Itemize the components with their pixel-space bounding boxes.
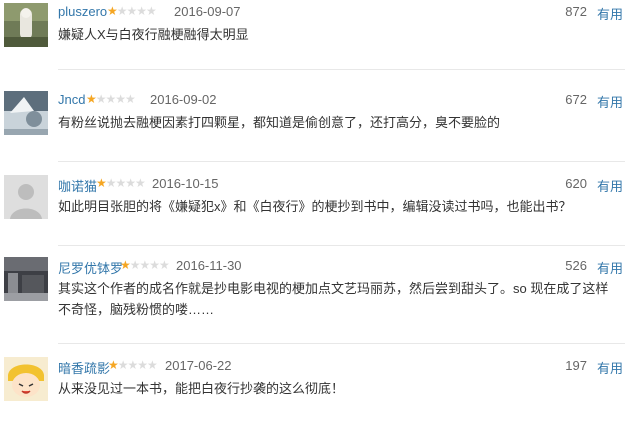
review-date: 2017-06-22 (165, 358, 232, 373)
comment-text: 嫌疑人X与白夜行融梗融得太明显 (58, 27, 249, 42)
review-item: 暗香疏影 ★★★★★ 2017-06-22 197 有用 从来没见过一本书，能把… (0, 354, 631, 438)
divider (58, 161, 625, 162)
review-item: 尼罗优钵罗 ★★★★★ 2016-11-30 526 有用 其实这个作者的成名作… (0, 254, 631, 344)
vote-count: 526 (565, 258, 587, 273)
username-link[interactable]: 咖诺猫 (58, 176, 97, 195)
comment-text: 其实这个作者的成名作就是抄电影电视的梗加点文艺玛丽苏，然后尝到甜头了。so 现在… (58, 281, 609, 317)
comment-text: 如此明目张胆的将《嫌疑犯x》和《白夜行》的梗抄到书中，编辑没读过书吗，也能出书？ (58, 199, 572, 214)
avatar[interactable] (4, 357, 48, 401)
rating-stars: ★★★★★ (108, 358, 158, 372)
useful-button[interactable]: 有用 (597, 92, 623, 111)
review-date: 2016-11-30 (176, 258, 242, 273)
star-filled-icon: ★ (86, 92, 97, 106)
review-item: pluszero ★★★★★ 2016-09-07 872 有用 嫌疑人X与白夜… (0, 0, 631, 84)
star-empty-icon: ★★★★ (117, 358, 158, 372)
vote-count: 672 (565, 92, 587, 107)
avatar[interactable] (4, 3, 48, 47)
comment-text: 从来没见过一本书，能把白夜行抄袭的这么彻底！ (58, 381, 345, 396)
vote-count: 872 (565, 4, 587, 19)
avatar[interactable] (4, 175, 48, 219)
comment-text: 有粉丝说抛去融梗因素打四颗星，都知道是偷创意了，还打高分，臭不要脸的 (58, 115, 501, 130)
rating-stars: ★★★★★ (86, 92, 136, 106)
review-date: 2016-09-07 (174, 4, 241, 19)
username-link[interactable]: 暗香疏影 (58, 358, 110, 377)
username-link[interactable]: Jncd (58, 92, 85, 107)
star-filled-icon: ★ (108, 358, 119, 372)
username-link[interactable]: 尼罗优钵罗 (58, 258, 123, 277)
review-date: 2016-10-15 (152, 176, 219, 191)
review-item: 咖诺猫 ★★★★★ 2016-10-15 620 有用 如此明目张胆的将《嫌疑犯… (0, 172, 631, 256)
avatar[interactable] (4, 257, 48, 301)
useful-button[interactable]: 有用 (597, 176, 623, 195)
username-link[interactable]: pluszero (58, 4, 107, 19)
rating-stars: ★★★★★ (107, 4, 157, 18)
divider (58, 343, 625, 344)
vote-count: 620 (565, 176, 587, 191)
avatar[interactable] (4, 91, 48, 135)
divider (58, 245, 625, 246)
divider (58, 69, 625, 70)
rating-stars: ★★★★★ (96, 176, 146, 190)
review-item: Jncd ★★★★★ 2016-09-02 672 有用 有粉丝说抛去融梗因素打… (0, 88, 631, 172)
star-empty-icon: ★★★★ (129, 258, 170, 272)
star-filled-icon: ★ (120, 258, 131, 272)
star-filled-icon: ★ (107, 4, 118, 18)
review-date: 2016-09-02 (150, 92, 217, 107)
useful-button[interactable]: 有用 (597, 4, 623, 23)
star-filled-icon: ★ (96, 176, 107, 190)
useful-button[interactable]: 有用 (597, 258, 623, 277)
rating-stars: ★★★★★ (120, 258, 170, 272)
star-empty-icon: ★★★★ (116, 4, 157, 18)
vote-count: 197 (565, 358, 587, 373)
star-empty-icon: ★★★★ (105, 176, 146, 190)
useful-button[interactable]: 有用 (597, 358, 623, 377)
star-empty-icon: ★★★★ (95, 92, 136, 106)
